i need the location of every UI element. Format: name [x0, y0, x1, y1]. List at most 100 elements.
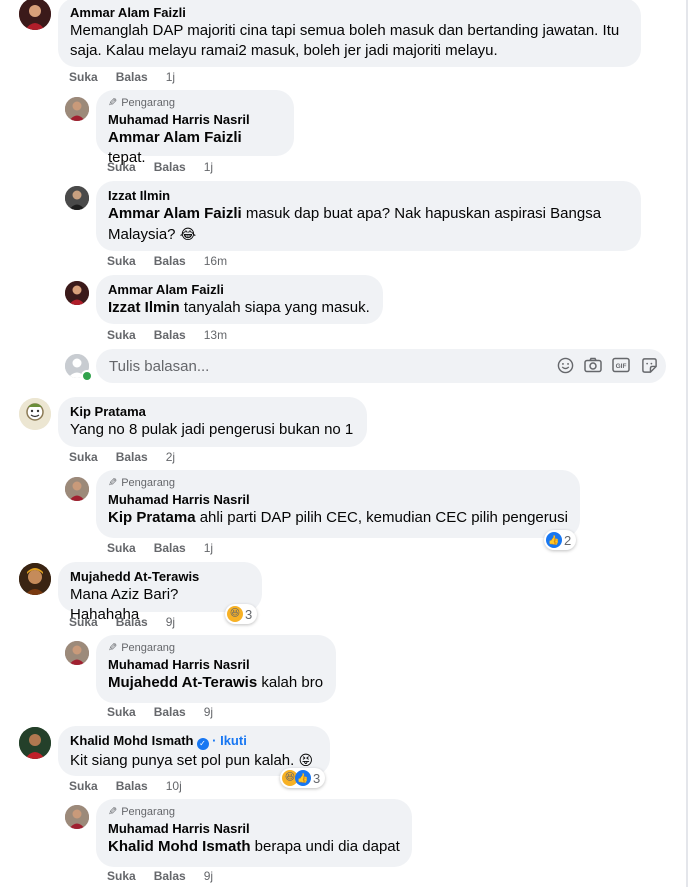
- avatar[interactable]: [19, 563, 51, 595]
- reaction-count[interactable]: 👍 2: [544, 530, 577, 550]
- comment-text: tanyalah siapa yang masuk.: [179, 299, 370, 316]
- like-button[interactable]: Suka: [69, 449, 98, 465]
- mention-link[interactable]: Mujahedd At-Terawis: [108, 674, 257, 691]
- avatar[interactable]: [19, 0, 51, 30]
- mention-link[interactable]: Kip Pratama: [108, 509, 196, 526]
- follow-separator: ·: [212, 733, 217, 748]
- comment-author[interactable]: Muhamad Harris Nasril: [108, 820, 400, 837]
- reply-button[interactable]: Balas: [116, 614, 148, 630]
- like-reaction-icon: 👍: [295, 770, 311, 786]
- comment-bubble: ✎ Pengarang Muhamad Harris Nasril Khalid …: [96, 799, 412, 867]
- laughing-emoji: 😂: [179, 226, 197, 242]
- avatar[interactable]: [65, 477, 89, 501]
- avatar[interactable]: [19, 398, 51, 430]
- mention-link[interactable]: Ammar Alam Faizli: [108, 129, 242, 146]
- author-badge-label: Pengarang: [121, 642, 176, 654]
- mention-link[interactable]: Khalid Mohd Ismath: [108, 838, 251, 855]
- timestamp[interactable]: 10j: [166, 778, 182, 794]
- timestamp[interactable]: 13m: [204, 327, 227, 343]
- like-button[interactable]: Suka: [107, 540, 136, 556]
- reaction-number: 2: [564, 532, 572, 548]
- comment-bubble: Ammar Alam Faizli Memanglah DAP majoriti…: [58, 0, 641, 67]
- reply-button[interactable]: Balas: [154, 704, 186, 720]
- pencil-icon: ✎: [108, 806, 118, 818]
- author-badge-label: Pengarang: [121, 806, 176, 818]
- comment-author[interactable]: Kip Pratama: [70, 403, 355, 420]
- pencil-icon: ✎: [108, 97, 118, 109]
- comment-author[interactable]: Ammar Alam Faizli: [108, 281, 371, 298]
- like-button[interactable]: Suka: [107, 868, 136, 884]
- haha-reaction-icon: 😆: [227, 606, 243, 622]
- reply-button[interactable]: Balas: [154, 253, 186, 269]
- like-button[interactable]: Suka: [107, 159, 136, 175]
- like-button[interactable]: Suka: [69, 614, 98, 630]
- pencil-icon: ✎: [108, 642, 118, 654]
- comment-author[interactable]: Ammar Alam Faizli: [70, 4, 629, 21]
- comment-text: kalah bro: [257, 674, 324, 691]
- comment-bubble: Ammar Alam Faizli Izzat Ilmin tanyalah s…: [96, 275, 383, 324]
- reaction-count[interactable]: 😆 👍 3: [280, 768, 326, 788]
- like-reaction-icon: 👍: [546, 532, 562, 548]
- camera-icon[interactable]: [584, 356, 602, 374]
- comment-actions: Suka Balas 1j: [69, 69, 193, 85]
- like-button[interactable]: Suka: [107, 327, 136, 343]
- smiley-icon[interactable]: [556, 356, 574, 374]
- comment-author[interactable]: Muhamad Harris Nasril: [108, 491, 568, 508]
- reply-button[interactable]: Balas: [154, 868, 186, 884]
- mention-link[interactable]: Izzat Ilmin: [108, 299, 180, 316]
- timestamp[interactable]: 1j: [204, 540, 213, 556]
- svg-text:GIF: GIF: [616, 363, 627, 370]
- reply-button[interactable]: Balas: [116, 69, 148, 85]
- timestamp[interactable]: 1j: [166, 69, 175, 85]
- comment-actions: Suka Balas 2j: [69, 449, 193, 465]
- verified-icon: ✓: [196, 737, 209, 750]
- timestamp[interactable]: 9j: [166, 614, 175, 630]
- follow-button[interactable]: Ikuti: [220, 733, 247, 748]
- timestamp[interactable]: 9j: [204, 868, 213, 884]
- timestamp[interactable]: 1j: [204, 159, 213, 175]
- like-button[interactable]: Suka: [69, 69, 98, 85]
- like-button[interactable]: Suka: [107, 253, 136, 269]
- avatar[interactable]: [65, 281, 89, 305]
- reaction-count[interactable]: 😆 3: [225, 604, 258, 624]
- author-badge: ✎ Pengarang: [108, 805, 400, 819]
- comment-bubble: Izzat Ilmin Ammar Alam Faizli masuk dap …: [96, 181, 641, 251]
- pencil-icon: ✎: [108, 477, 118, 489]
- sticker-icon[interactable]: [640, 356, 658, 374]
- reply-button[interactable]: Balas: [116, 778, 148, 794]
- avatar[interactable]: [19, 727, 51, 759]
- comment-author[interactable]: Khalid Mohd Ismath: [70, 733, 194, 748]
- mention-link[interactable]: Ammar Alam Faizli: [108, 205, 242, 222]
- comment-author[interactable]: Muhamad Harris Nasril: [108, 656, 324, 673]
- comment-actions: Suka Balas 9j: [107, 868, 231, 884]
- comment-text: Memanglah DAP majoriti cina tapi semua b…: [70, 22, 620, 59]
- comment-actions: Suka Balas 16m: [107, 253, 245, 269]
- author-badge-label: Pengarang: [121, 477, 176, 489]
- comment-bubble: Kip Pratama Yang no 8 pulak jadi pengeru…: [58, 397, 367, 447]
- reply-button[interactable]: Balas: [154, 540, 186, 556]
- comment-author[interactable]: Muhamad Harris Nasril: [108, 111, 282, 128]
- like-button[interactable]: Suka: [107, 704, 136, 720]
- comment-text: berapa undi dia dapat: [250, 838, 400, 855]
- avatar[interactable]: [65, 805, 89, 829]
- comment-actions: Suka Balas 10j: [69, 778, 200, 794]
- reply-input[interactable]: [107, 356, 531, 376]
- comment-author-row: Khalid Mohd Ismath ✓ · Ikuti: [70, 732, 318, 750]
- avatar[interactable]: [65, 186, 89, 210]
- avatar[interactable]: [65, 97, 89, 121]
- reply-button[interactable]: Balas: [154, 327, 186, 343]
- comment-author[interactable]: Izzat Ilmin: [108, 187, 629, 204]
- timestamp[interactable]: 2j: [166, 449, 175, 465]
- author-badge-label: Pengarang: [121, 97, 176, 109]
- author-badge: ✎ Pengarang: [108, 96, 282, 110]
- timestamp[interactable]: 16m: [204, 253, 227, 269]
- comment-actions: Suka Balas 9j: [69, 614, 193, 630]
- reply-button[interactable]: Balas: [154, 159, 186, 175]
- comment-author[interactable]: Mujahedd At-Terawis: [70, 568, 250, 585]
- gif-icon[interactable]: GIF: [612, 356, 630, 374]
- avatar[interactable]: [65, 641, 89, 665]
- timestamp[interactable]: 9j: [204, 704, 213, 720]
- reply-button[interactable]: Balas: [116, 449, 148, 465]
- comment-actions: Suka Balas 13m: [107, 327, 245, 343]
- like-button[interactable]: Suka: [69, 778, 98, 794]
